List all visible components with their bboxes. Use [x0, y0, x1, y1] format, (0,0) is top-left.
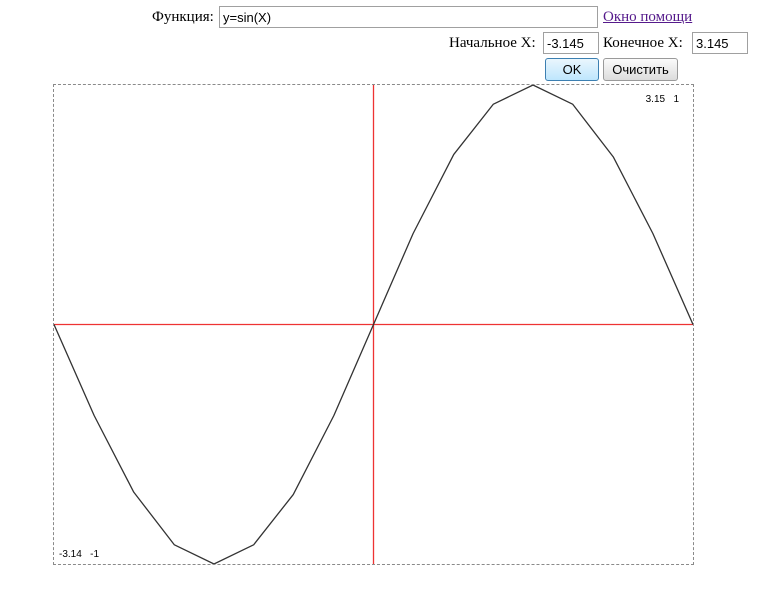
- function-input[interactable]: [219, 6, 598, 28]
- start-x-input[interactable]: [543, 32, 599, 54]
- ok-button[interactable]: OK: [545, 58, 599, 81]
- end-x-input[interactable]: [692, 32, 748, 54]
- plot-min-label: -3.14 -1: [59, 549, 99, 561]
- plot-max-x: 3.15: [645, 94, 666, 105]
- help-link[interactable]: Окно помощи: [603, 7, 692, 27]
- plot-canvas: [54, 85, 693, 564]
- plot-max-label: 3.15 1: [646, 94, 679, 106]
- end-x-label: Конечное X:: [603, 35, 683, 51]
- plot-area: 3.15 1 -3.14 -1: [53, 84, 694, 565]
- plot-min-y: -1: [90, 549, 100, 560]
- function-label: Функция:: [152, 9, 214, 25]
- plot-max-y: 1: [673, 94, 679, 105]
- clear-button[interactable]: Очистить: [603, 58, 678, 81]
- plot-min-x: -3.14: [59, 549, 82, 560]
- start-x-label: Начальное X:: [449, 35, 536, 51]
